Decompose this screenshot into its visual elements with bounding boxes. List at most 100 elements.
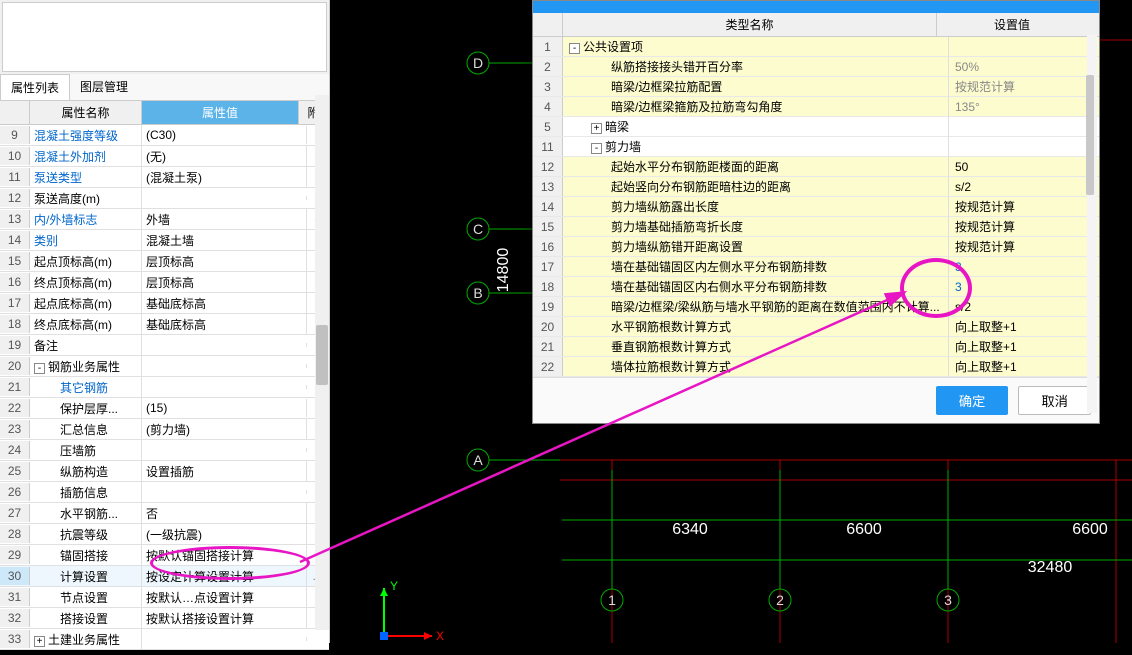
setting-value[interactable] — [949, 145, 1099, 149]
property-row[interactable]: 10混凝土外加剂(无) — [0, 146, 329, 167]
setting-value[interactable]: 向上取整+1 — [949, 316, 1099, 337]
setting-row[interactable]: 18墙在基础锚固区内右侧水平分布钢筋排数3 — [533, 277, 1099, 297]
prop-value[interactable]: 按默认…点设置计算 — [142, 587, 307, 608]
property-row[interactable]: 23汇总信息(剪力墙)( — [0, 419, 329, 440]
property-row[interactable]: 29锚固搭接按默认锚固搭接计算( — [0, 545, 329, 566]
setting-value[interactable]: 135° — [949, 98, 1099, 116]
property-row[interactable]: 21其它钢筋 — [0, 377, 329, 398]
collapse-icon[interactable]: - — [569, 43, 580, 54]
property-row[interactable]: 31节点设置按默认…点设置计算( — [0, 587, 329, 608]
prop-value[interactable]: 设置插筋 — [142, 461, 307, 482]
setting-value[interactable]: s/2 — [949, 298, 1099, 316]
property-row[interactable]: 27水平钢筋...否( — [0, 503, 329, 524]
setting-row[interactable]: 17墙在基础锚固区内左侧水平分布钢筋排数3 — [533, 257, 1099, 277]
prop-value[interactable]: (混凝土泵) — [142, 167, 307, 188]
prop-value[interactable] — [142, 343, 307, 347]
dialog-scrollbar[interactable] — [1087, 35, 1097, 413]
prop-value[interactable]: 基础底标高 — [142, 314, 307, 335]
setting-value[interactable]: 向上取整+1 — [949, 336, 1099, 357]
property-row[interactable]: 26插筋信息( — [0, 482, 329, 503]
prop-value[interactable]: (无) — [142, 146, 307, 167]
setting-row[interactable]: 11-剪力墙 — [533, 137, 1099, 157]
prop-value[interactable]: 层顶标高 — [142, 251, 307, 272]
prop-value[interactable]: 按默认锚固搭接计算 — [142, 545, 307, 566]
setting-value[interactable]: s/2 — [949, 178, 1099, 196]
prop-value[interactable] — [142, 637, 307, 641]
property-row[interactable]: 13内/外墙标志外墙✓ — [0, 209, 329, 230]
setting-row[interactable]: 4暗梁/边框梁箍筋及拉筋弯勾角度135° — [533, 97, 1099, 117]
property-row[interactable]: 19备注( — [0, 335, 329, 356]
setting-row[interactable]: 22墙体拉筋根数计算方式向上取整+1 — [533, 357, 1099, 377]
setting-value[interactable]: 按规范计算 — [949, 76, 1099, 97]
prop-value[interactable]: (一级抗震) — [142, 524, 307, 545]
property-body[interactable]: 9混凝土强度等级(C30)(10混凝土外加剂(无)11泵送类型(混凝土泵)12泵… — [0, 125, 329, 655]
property-row[interactable]: 30计算设置按设定计算设置计算… — [0, 566, 329, 587]
setting-value[interactable] — [949, 45, 1099, 49]
setting-row[interactable]: 19暗梁/边框梁/梁纵筋与墙水平钢筋的距离在数值范围内不计算...s/2 — [533, 297, 1099, 317]
setting-row[interactable]: 20水平钢筋根数计算方式向上取整+1 — [533, 317, 1099, 337]
collapse-icon[interactable]: - — [34, 363, 45, 374]
prop-value[interactable]: 否 — [142, 503, 307, 524]
cancel-button[interactable]: 取消 — [1018, 386, 1091, 415]
prop-value[interactable]: 按默认搭接设置计算 — [142, 608, 307, 629]
prop-value[interactable]: (15) — [142, 399, 307, 417]
setting-value[interactable]: 3 — [949, 258, 1099, 276]
setting-row[interactable]: 13起始竖向分布钢筋距暗柱边的距离s/2 — [533, 177, 1099, 197]
prop-value[interactable]: 外墙 — [142, 209, 307, 230]
prop-value[interactable] — [142, 364, 307, 368]
scrollbar-thumb[interactable] — [316, 325, 328, 385]
property-row[interactable]: 12泵送高度(m) — [0, 188, 329, 209]
prop-value[interactable] — [142, 490, 307, 494]
setting-row[interactable]: 21垂直钢筋根数计算方式向上取整+1 — [533, 337, 1099, 357]
scrollbar-track[interactable] — [315, 95, 329, 630]
dialog-body[interactable]: 1-公共设置项2纵筋搭接接头错开百分率50%3暗梁/边框梁拉筋配置按规范计算4暗… — [533, 37, 1099, 377]
prop-value[interactable]: 混凝土墙 — [142, 230, 307, 251]
ok-button[interactable]: 确定 — [936, 386, 1009, 415]
setting-value[interactable] — [949, 125, 1099, 129]
property-row[interactable]: 14类别混凝土墙( — [0, 230, 329, 251]
prop-value[interactable] — [142, 196, 307, 200]
setting-value[interactable]: 按规范计算 — [949, 216, 1099, 237]
setting-row[interactable]: 3暗梁/边框梁拉筋配置按规范计算 — [533, 77, 1099, 97]
setting-row[interactable]: 15剪力墙基础插筋弯折长度按规范计算 — [533, 217, 1099, 237]
prop-value[interactable]: 层顶标高 — [142, 272, 307, 293]
property-row[interactable]: 9混凝土强度等级(C30)( — [0, 125, 329, 146]
setting-value[interactable]: 按规范计算 — [949, 236, 1099, 257]
col-prop-val[interactable]: 属性值 — [142, 101, 299, 124]
property-row[interactable]: 20-钢筋业务属性 — [0, 356, 329, 377]
property-row[interactable]: 22保护层厚...(15)( — [0, 398, 329, 419]
property-row[interactable]: 25纵筋构造设置插筋( — [0, 461, 329, 482]
setting-row[interactable]: 2纵筋搭接接头错开百分率50% — [533, 57, 1099, 77]
prop-value[interactable]: (剪力墙) — [142, 419, 307, 440]
property-row[interactable]: 18终点底标高(m)基础底标高( — [0, 314, 329, 335]
setting-value[interactable]: 按规范计算 — [949, 196, 1099, 217]
tab-layer-manage[interactable]: 图层管理 — [70, 74, 138, 100]
prop-value[interactable] — [142, 385, 307, 389]
property-row[interactable]: 11泵送类型(混凝土泵) — [0, 167, 329, 188]
setting-value[interactable]: 50% — [949, 58, 1099, 76]
property-row[interactable]: 28抗震等级(一级抗震)( — [0, 524, 329, 545]
setting-row[interactable]: 14剪力墙纵筋露出长度按规范计算 — [533, 197, 1099, 217]
collapse-icon[interactable]: - — [591, 143, 602, 154]
setting-row[interactable]: 12起始水平分布钢筋距楼面的距离50 — [533, 157, 1099, 177]
setting-row[interactable]: 1-公共设置项 — [533, 37, 1099, 57]
expand-icon[interactable]: + — [34, 636, 45, 647]
setting-value[interactable]: 3 — [949, 278, 1099, 296]
prop-value[interactable]: 按设定计算设置计算 — [142, 566, 307, 587]
prop-value[interactable]: (C30) — [142, 126, 307, 144]
property-row[interactable]: 15起点顶标高(m)层顶标高( — [0, 251, 329, 272]
expand-icon[interactable]: + — [591, 123, 602, 134]
setting-row[interactable]: 5+暗梁 — [533, 117, 1099, 137]
property-row[interactable]: 33+土建业务属性 — [0, 629, 329, 650]
setting-row[interactable]: 16剪力墙纵筋错开距离设置按规范计算 — [533, 237, 1099, 257]
prop-value[interactable] — [142, 448, 307, 452]
tab-property-list[interactable]: 属性列表 — [0, 74, 70, 100]
prop-value[interactable]: 基础底标高 — [142, 293, 307, 314]
property-row[interactable]: 17起点底标高(m)基础底标高( — [0, 293, 329, 314]
dialog-scroll-thumb[interactable] — [1086, 75, 1094, 195]
setting-value[interactable]: 50 — [949, 158, 1099, 176]
property-row[interactable]: 16终点顶标高(m)层顶标高( — [0, 272, 329, 293]
property-row[interactable]: 24压墙筋( — [0, 440, 329, 461]
dialog-titlebar[interactable] — [533, 1, 1099, 13]
property-row[interactable]: 32搭接设置按默认搭接设置计算( — [0, 608, 329, 629]
